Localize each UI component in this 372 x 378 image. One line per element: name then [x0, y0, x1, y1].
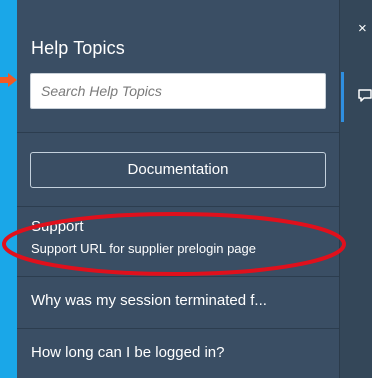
- divider: [17, 132, 339, 133]
- divider: [17, 328, 339, 329]
- close-icon[interactable]: ×: [358, 20, 367, 37]
- help-panel: Help Topics Documentation Support Suppor…: [17, 0, 339, 378]
- help-title: Help Topics: [31, 38, 125, 58]
- topic-support[interactable]: Support Support URL for supplier prelogi…: [17, 218, 339, 274]
- side-rail: [339, 0, 372, 378]
- active-indicator: [341, 72, 344, 122]
- arrow-pointer-icon: [0, 73, 17, 87]
- documentation-button[interactable]: Documentation: [30, 152, 326, 188]
- divider: [17, 276, 339, 277]
- screen: Help Topics Documentation Support Suppor…: [0, 0, 372, 378]
- topic-title: Support: [31, 218, 84, 235]
- topic-login-duration[interactable]: How long can I be logged in?: [17, 341, 339, 365]
- topic-session-terminated[interactable]: Why was my session terminated f...: [17, 289, 339, 313]
- topic-subtitle: Support URL for supplier prelogin page: [31, 241, 256, 256]
- divider: [17, 206, 339, 207]
- chat-icon[interactable]: [357, 88, 372, 104]
- search-input[interactable]: [30, 73, 326, 109]
